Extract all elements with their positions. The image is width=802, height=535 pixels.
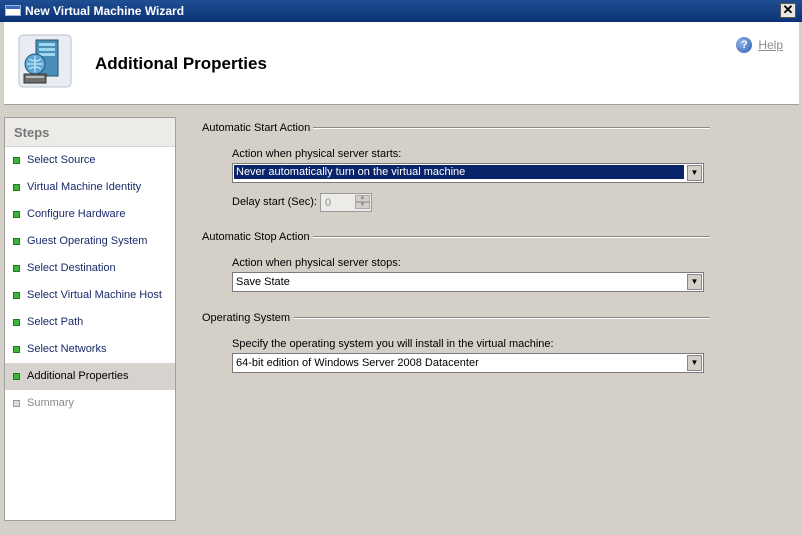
- wizard-header: Additional Properties ? Help: [4, 22, 799, 105]
- help-link[interactable]: ? Help: [736, 37, 783, 53]
- virtual-machine-icon: [18, 34, 72, 88]
- step-pending-icon: [13, 400, 20, 407]
- chevron-down-icon[interactable]: ▼: [687, 355, 702, 371]
- spin-down-icon[interactable]: ▼: [355, 202, 370, 209]
- sidebar-item-configure-hardware[interactable]: Configure Hardware: [5, 201, 175, 228]
- steps-heading: Steps: [5, 118, 175, 147]
- help-label[interactable]: Help: [758, 38, 783, 52]
- sidebar-item-label: Virtual Machine Identity: [27, 181, 142, 193]
- step-complete-icon: [13, 373, 20, 380]
- chevron-down-icon[interactable]: ▼: [687, 165, 702, 181]
- sidebar-item-label: Select Networks: [27, 343, 107, 355]
- stop-action-label: Action when physical server stops:: [232, 257, 401, 269]
- sidebar-item-additional-properties[interactable]: Additional Properties: [5, 363, 175, 390]
- step-complete-icon: [13, 238, 20, 245]
- sidebar-item-summary[interactable]: Summary: [5, 390, 175, 417]
- sidebar-item-label: Summary: [27, 397, 75, 409]
- operating-system-heading: Operating System: [202, 312, 291, 324]
- sidebar-item-select-virtual-machine-host[interactable]: Select Virtual Machine Host: [5, 282, 175, 309]
- help-icon: ?: [736, 37, 753, 53]
- delay-start-value: 0: [325, 197, 332, 209]
- delay-start-spinner[interactable]: 0 ▲ ▼: [320, 193, 372, 212]
- start-action-select[interactable]: Never automatically turn on the virtual …: [232, 163, 704, 183]
- stop-action-heading: Automatic Stop Action: [202, 231, 310, 243]
- wizard-window: New Virtual Machine Wizard ✕ Additional …: [0, 0, 802, 535]
- step-complete-icon: [13, 346, 20, 353]
- section-divider: [294, 317, 710, 319]
- steps-panel: Steps Select Source Virtual Machine Iden…: [4, 117, 176, 521]
- window-title: New Virtual Machine Wizard: [25, 4, 185, 18]
- start-action-label: Action when physical server starts:: [232, 148, 402, 160]
- title-bar[interactable]: New Virtual Machine Wizard ✕: [0, 0, 802, 22]
- page-title: Additional Properties: [95, 54, 267, 73]
- window-icon: [5, 5, 21, 16]
- step-complete-icon: [13, 319, 20, 326]
- sidebar-item-label: Configure Hardware: [27, 208, 126, 220]
- step-complete-icon: [13, 292, 20, 299]
- close-button[interactable]: ✕: [780, 3, 796, 18]
- sidebar-item-select-networks[interactable]: Select Networks: [5, 336, 175, 363]
- start-action-value: Never automatically turn on the virtual …: [234, 165, 684, 179]
- sidebar-item-label: Select Source: [27, 154, 96, 166]
- stop-action-select[interactable]: Save State ▼: [232, 272, 704, 292]
- section-divider: [313, 236, 710, 238]
- sidebar-item-guest-operating-system[interactable]: Guest Operating System: [5, 228, 175, 255]
- stop-action-value: Save State: [236, 276, 290, 288]
- operating-system-label: Specify the operating system you will in…: [232, 338, 554, 350]
- sidebar-item-virtual-machine-identity[interactable]: Virtual Machine Identity: [5, 174, 175, 201]
- step-complete-icon: [13, 184, 20, 191]
- operating-system-select[interactable]: 64-bit edition of Windows Server 2008 Da…: [232, 353, 704, 373]
- start-action-heading: Automatic Start Action: [202, 122, 311, 134]
- delay-start-label: Delay start (Sec):: [232, 196, 317, 208]
- sidebar-item-label: Select Virtual Machine Host: [27, 289, 162, 301]
- section-divider: [313, 127, 710, 129]
- sidebar-item-label: Additional Properties: [27, 370, 129, 382]
- operating-system-value: 64-bit edition of Windows Server 2008 Da…: [236, 357, 479, 369]
- sidebar-item-select-path[interactable]: Select Path: [5, 309, 175, 336]
- sidebar-item-label: Select Path: [27, 316, 84, 328]
- step-complete-icon: [13, 157, 20, 164]
- sidebar-item-select-destination[interactable]: Select Destination: [5, 255, 175, 282]
- step-complete-icon: [13, 265, 20, 272]
- sidebar-item-label: Select Destination: [27, 262, 116, 274]
- spin-up-icon[interactable]: ▲: [355, 195, 370, 202]
- sidebar-item-label: Guest Operating System: [27, 235, 148, 247]
- chevron-down-icon[interactable]: ▼: [687, 274, 702, 290]
- step-complete-icon: [13, 211, 20, 218]
- sidebar-item-select-source[interactable]: Select Source: [5, 147, 175, 174]
